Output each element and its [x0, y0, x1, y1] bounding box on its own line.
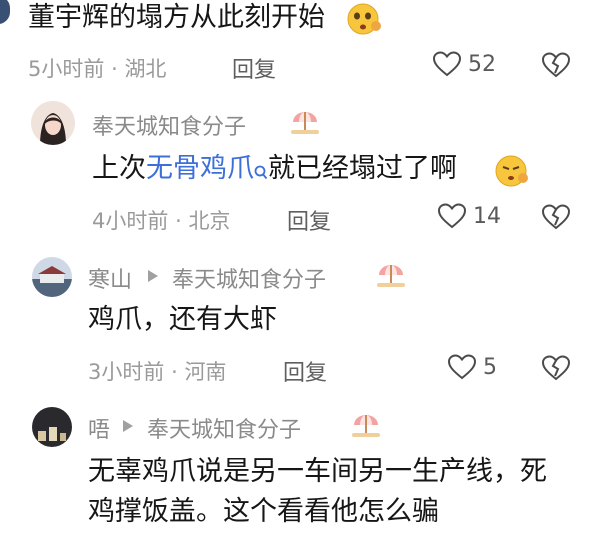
like-count: 5	[483, 354, 497, 380]
dislike-button[interactable]	[541, 203, 571, 235]
reply-to-username[interactable]: 奉天城知食分子	[147, 412, 301, 444]
umbrella-beach-icon	[350, 411, 382, 443]
dislike-heart-icon	[541, 204, 571, 230]
emoji-face-icon	[494, 154, 532, 192]
heart-icon	[447, 354, 477, 380]
comment-3-meta: 3小时前 · 河南	[88, 360, 227, 384]
username[interactable]: 寒山	[88, 262, 132, 294]
comment-3-text: 鸡爪，还有大虾	[88, 304, 277, 335]
like-button[interactable]: 5	[447, 353, 497, 381]
like-count: 14	[473, 203, 501, 229]
comment-2-text: 上次无骨鸡爪 就已经塌过了啊	[92, 152, 457, 190]
search-icon[interactable]	[254, 156, 268, 190]
reply-arrow-icon	[147, 268, 159, 287]
reply-button[interactable]: 回复	[287, 204, 331, 236]
dislike-button[interactable]	[541, 51, 571, 83]
heart-icon	[437, 203, 467, 229]
search-link[interactable]: 无骨鸡爪	[146, 153, 254, 184]
heart-icon	[432, 51, 462, 77]
reply-button[interactable]: 回复	[232, 52, 276, 84]
reply-button[interactable]: 回复	[283, 355, 327, 387]
comment-4-text-line-2: 鸡撑饭盖。这个看看他怎么骗	[88, 496, 439, 527]
like-button[interactable]: 14	[437, 202, 501, 230]
like-count: 52	[468, 51, 496, 77]
emoji-face-icon	[345, 2, 385, 40]
comment-2-meta: 4小时前 · 北京	[92, 209, 231, 233]
comment-4-text-line-1: 无辜鸡爪说是另一车间另一生产线，死	[88, 456, 547, 487]
avatar[interactable]	[32, 257, 72, 297]
reply-to-username[interactable]: 奉天城知食分子	[172, 262, 326, 294]
avatar[interactable]	[31, 101, 75, 145]
comment-1-text: 董宇辉的塌方从此刻开始	[28, 2, 325, 33]
umbrella-beach-icon	[375, 261, 407, 293]
reply-arrow-icon	[122, 418, 134, 437]
comment-1-meta: 5小时前 · 湖北	[28, 57, 167, 81]
avatar[interactable]	[32, 407, 72, 447]
dislike-heart-icon	[541, 52, 571, 78]
username[interactable]: 唔	[88, 412, 110, 444]
dislike-heart-icon	[541, 355, 571, 381]
avatar-partial	[0, 0, 10, 24]
dislike-button[interactable]	[541, 354, 571, 386]
like-button[interactable]: 52	[432, 50, 496, 78]
username[interactable]: 奉天城知食分子	[92, 109, 246, 141]
umbrella-beach-icon	[289, 108, 321, 140]
